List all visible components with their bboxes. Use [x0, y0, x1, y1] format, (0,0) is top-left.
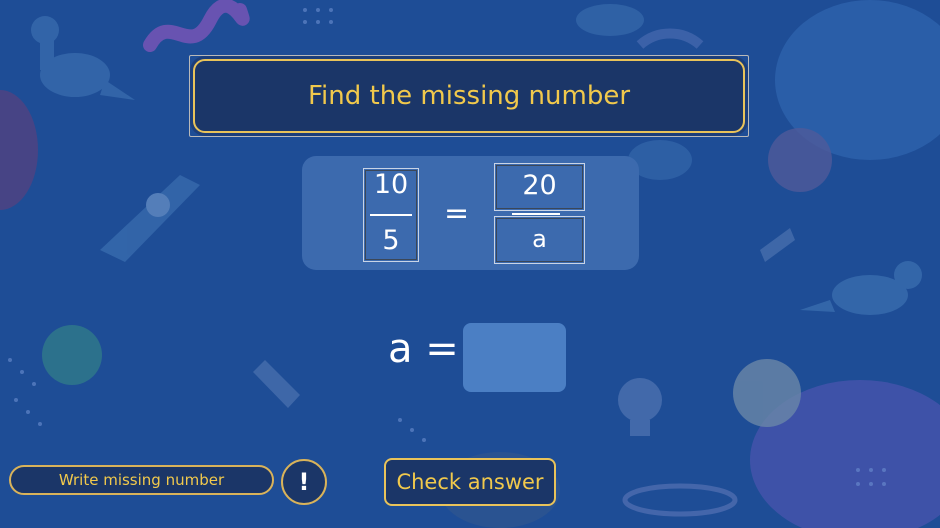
lightbulb-icon [618, 378, 662, 436]
squiggle-icon [143, 0, 250, 52]
right-numerator-box: 20 [494, 163, 585, 211]
dinosaur-icon [31, 16, 135, 100]
left-denominator: 5 [382, 225, 400, 256]
info-button[interactable]: ! [281, 459, 327, 505]
right-fraction-bar [512, 213, 560, 215]
check-answer-button[interactable]: Check answer [384, 458, 556, 506]
left-fraction: 10 5 [363, 168, 419, 262]
rocket-icon [100, 175, 200, 262]
equation-card [302, 156, 639, 270]
dinosaur-icon [800, 261, 922, 315]
instruction-label: Write missing number [9, 465, 274, 495]
right-denominator: a [532, 225, 547, 253]
cloud-rainbow-icon [576, 4, 704, 49]
page-title: Find the missing number [193, 59, 745, 133]
answer-input[interactable] [463, 323, 566, 392]
left-fraction-bar [370, 214, 412, 216]
equals-sign: = [444, 196, 470, 231]
answer-label: a = [388, 326, 459, 372]
exclamation-icon: ! [298, 468, 310, 496]
right-numerator: 20 [522, 170, 557, 201]
left-numerator: 10 [373, 169, 409, 200]
right-denominator-box: a [494, 216, 585, 264]
